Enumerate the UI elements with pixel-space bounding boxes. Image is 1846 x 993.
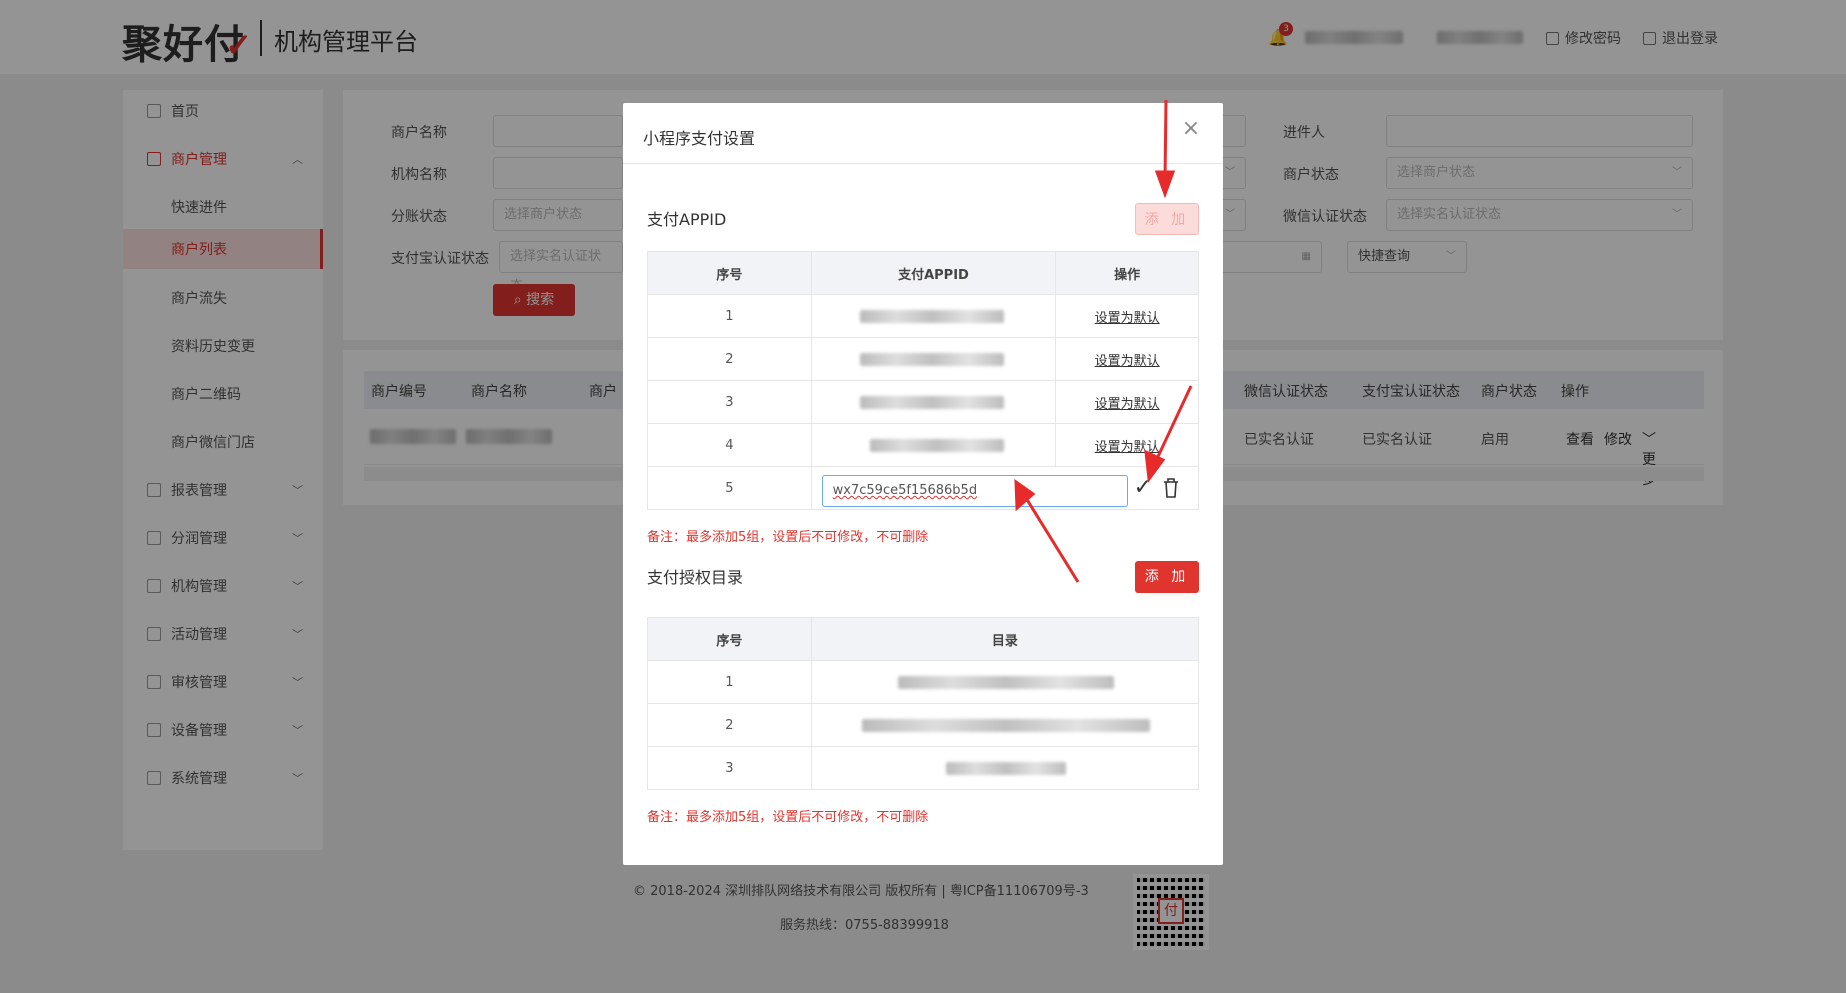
add-appid-button[interactable]: 添 加 [1135, 203, 1199, 235]
col-operation: 操作 [1055, 251, 1199, 295]
appid-blurred [869, 439, 1004, 452]
dir-value [810, 746, 1200, 790]
table-row: 4 设置为默认 [647, 423, 1199, 467]
row-index: 1 [647, 660, 812, 704]
row-index: 3 [647, 380, 812, 424]
dir-value [810, 660, 1200, 704]
confirm-check-icon[interactable]: ✓ [1134, 475, 1152, 500]
table-row: 2 [647, 703, 1200, 747]
appid-note: 备注：最多添加5组，设置后不可修改，不可删除 [647, 530, 929, 545]
dir-table-header: 序号 目录 [647, 617, 1200, 661]
col-index: 序号 [647, 617, 812, 661]
dir-note: 备注：最多添加5组，设置后不可修改，不可删除 [647, 810, 929, 825]
row-index: 3 [647, 746, 812, 790]
table-row: 3 [647, 746, 1200, 790]
new-appid-cell: wx7c59ce5f15686b5d ✓ [810, 466, 1200, 510]
miniprogram-pay-dialog: 小程序支付设置 × 支付APPID 添 加 序号 支付APPID 操作 1 设置… [623, 103, 1223, 865]
dir-blurred [861, 719, 1150, 732]
dir-blurred [897, 676, 1114, 689]
row-index: 2 [647, 703, 812, 747]
trash-icon[interactable] [1162, 477, 1180, 499]
appid-value [810, 337, 1057, 381]
add-dir-button[interactable]: 添 加 [1135, 561, 1199, 593]
appid-value [810, 294, 1057, 338]
appid-table: 序号 支付APPID 操作 1 设置为默认 2 设置为默认 3 设置为默认 4 … [647, 251, 1200, 510]
table-row: 3 设置为默认 [647, 380, 1199, 424]
dialog-divider [623, 163, 1223, 164]
col-appid: 支付APPID [810, 251, 1057, 295]
set-default-link[interactable]: 设置为默认 [1095, 440, 1160, 455]
table-row-new: 5 wx7c59ce5f15686b5d ✓ [647, 466, 1200, 510]
dir-table: 序号 目录 1 2 3 [647, 617, 1200, 790]
appid-blurred [859, 396, 1004, 409]
set-default-link[interactable]: 设置为默认 [1095, 311, 1160, 326]
row-index: 1 [647, 294, 812, 338]
row-index: 5 [647, 466, 812, 510]
dir-section-title: 支付授权目录 [647, 568, 744, 587]
operation-cell: 设置为默认 [1055, 380, 1199, 424]
close-icon[interactable]: × [1179, 117, 1203, 141]
dir-value [810, 703, 1200, 747]
table-row: 1 [647, 660, 1200, 704]
appid-section-title: 支付APPID [647, 210, 727, 229]
dialog-title: 小程序支付设置 [643, 129, 756, 148]
appid-value [810, 380, 1057, 424]
set-default-link[interactable]: 设置为默认 [1095, 397, 1160, 412]
col-index: 序号 [647, 251, 812, 295]
operation-cell: 设置为默认 [1055, 294, 1199, 338]
appid-blurred [859, 353, 1004, 366]
col-directory: 目录 [810, 617, 1200, 661]
new-appid-input[interactable]: wx7c59ce5f15686b5d [821, 475, 1128, 507]
set-default-link[interactable]: 设置为默认 [1095, 354, 1160, 369]
dir-blurred [945, 762, 1066, 775]
table-row: 1 设置为默认 [647, 294, 1199, 338]
row-index: 4 [647, 423, 812, 467]
table-row: 2 设置为默认 [647, 337, 1199, 381]
row-index: 2 [647, 337, 812, 381]
operation-cell: 设置为默认 [1055, 423, 1199, 467]
operation-cell: 设置为默认 [1055, 337, 1199, 381]
appid-table-header: 序号 支付APPID 操作 [647, 251, 1199, 295]
appid-blurred [859, 310, 1004, 323]
appid-value [810, 423, 1057, 467]
